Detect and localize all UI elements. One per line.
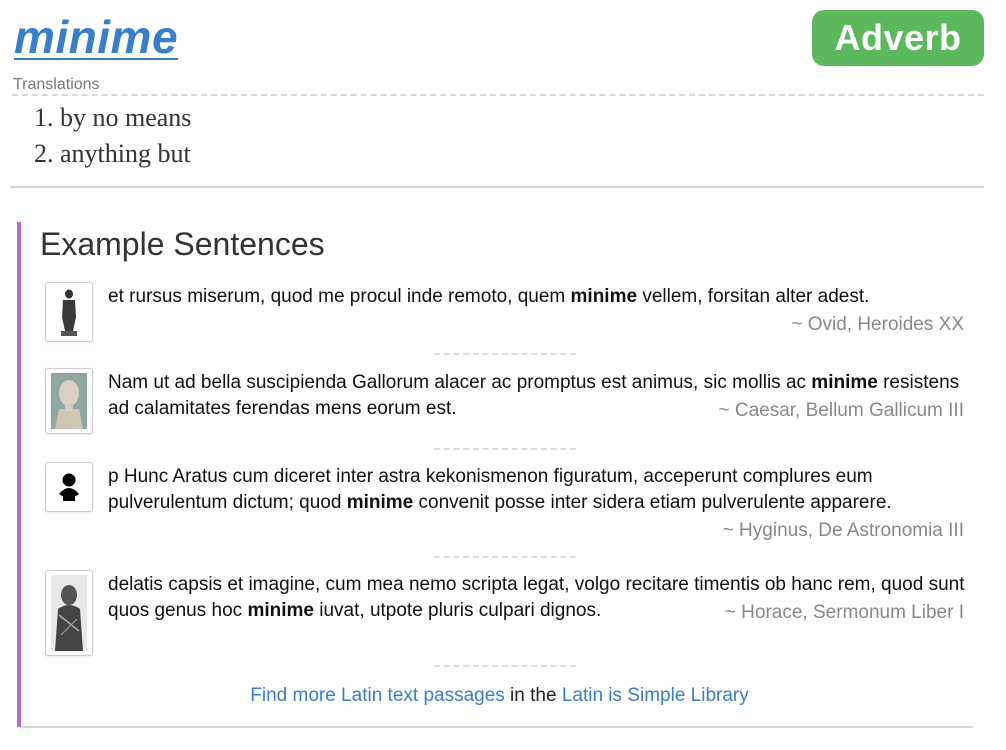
statue-icon[interactable] — [45, 282, 93, 342]
citation: ~ Caesar, Bellum Gallicum III — [718, 400, 964, 421]
footer-text: in the — [504, 685, 562, 706]
translations-label: Translations — [13, 76, 100, 93]
part-of-speech-badge: Adverb — [812, 10, 984, 66]
dashed-divider — [12, 94, 984, 96]
citation: ~ Ovid, Heroides XX — [791, 314, 964, 335]
example-sentence: p Hunc Aratus cum diceret inter astra ke… — [108, 466, 892, 513]
section-divider — [10, 186, 984, 188]
bust-silhouette-icon[interactable] — [45, 462, 93, 512]
example-sentence: et rursus miserum, quod me procul inde r… — [108, 286, 870, 307]
translation-item: 1. by no means — [34, 103, 192, 132]
library-link[interactable]: Latin is Simple Library — [562, 685, 749, 706]
library-footer: Find more Latin text passages in the Lat… — [21, 685, 978, 707]
bust-portrait-icon[interactable] — [45, 368, 93, 434]
translation-item: 2. anything but — [34, 139, 191, 168]
engraving-portrait-icon[interactable] — [45, 570, 93, 656]
citation: ~ Hyginus, De Astronomia III — [722, 520, 964, 541]
dashed-divider — [434, 448, 576, 450]
section-title: Example Sentences — [40, 226, 325, 262]
headword-link[interactable]: minime — [14, 10, 178, 64]
dashed-divider — [434, 353, 576, 355]
dashed-divider — [434, 665, 576, 667]
section-bottom-border — [21, 726, 973, 728]
example-sentences-section: Example Sentences et rursus miserum, quo… — [17, 222, 978, 727]
translations-list: 1. by no means 2. anything but — [34, 100, 192, 172]
find-more-passages-link[interactable]: Find more Latin text passages — [250, 685, 505, 706]
citation: ~ Horace, Sermonum Liber I — [724, 602, 964, 623]
dashed-divider — [434, 556, 576, 558]
